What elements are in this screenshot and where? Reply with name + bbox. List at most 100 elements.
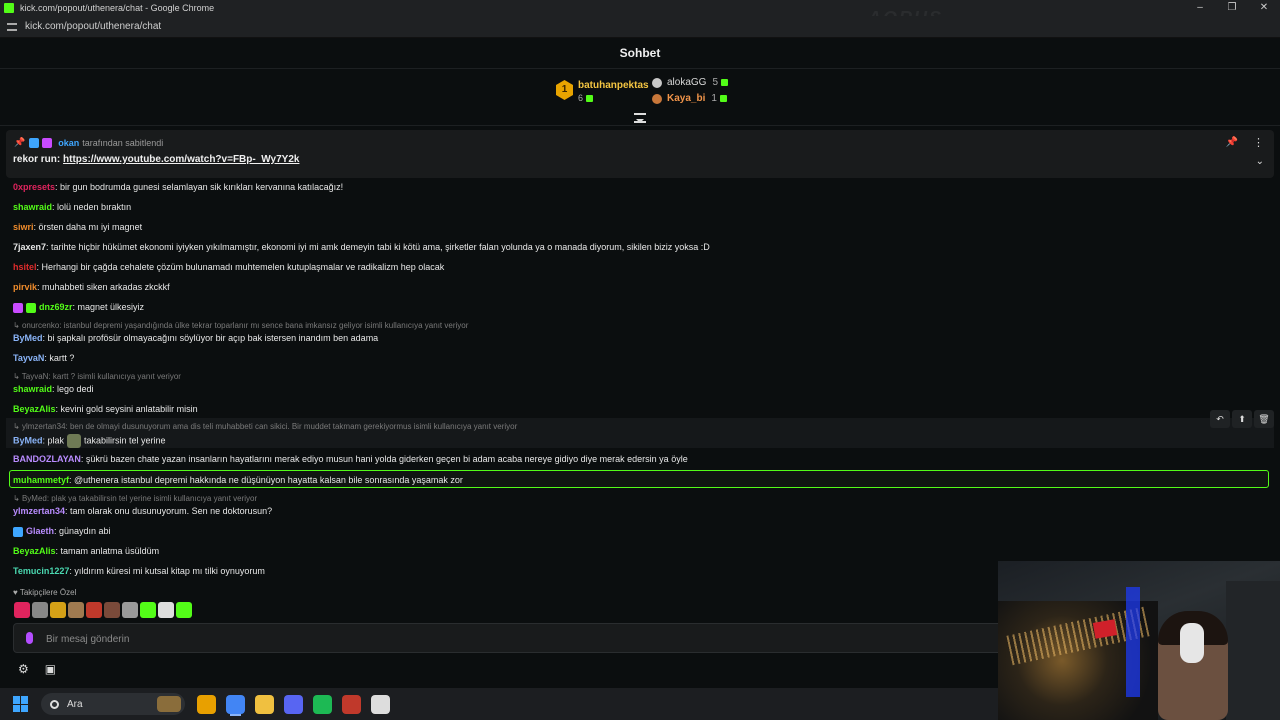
delete-icon[interactable]: 🗑: [1254, 410, 1274, 428]
user-badge-icon: [26, 302, 36, 313]
message-text: : @uthenera istanbul depremi hakkında ne…: [69, 475, 463, 485]
search-highlight-art: [157, 696, 181, 712]
chat-message: BeyazAlis: kevini gold seysini anlatabil…: [13, 404, 198, 414]
emote-picker-icon[interactable]: [26, 632, 33, 644]
pinned-by-suffix: tarafından sabitlendi: [82, 137, 164, 148]
quick-emote-icon[interactable]: [68, 602, 84, 618]
taskbar-app-icon[interactable]: [342, 694, 361, 714]
quick-emote-icon[interactable]: [158, 602, 174, 618]
leaderboard-second[interactable]: alokaGG 5: [652, 77, 729, 88]
reply-arrow-icon: ↳: [13, 422, 22, 431]
quick-emote-icon[interactable]: [32, 602, 48, 618]
message-username[interactable]: siwri: [13, 222, 34, 232]
message-text: : şükrü bazen chate yazan insanların hay…: [80, 454, 688, 464]
message-username[interactable]: TayvaN: [13, 353, 44, 363]
message-username[interactable]: ylmzertan34: [13, 506, 65, 516]
message-text: : lego dedi: [52, 384, 94, 394]
pinned-link[interactable]: https://www.youtube.com/watch?v=FBp-_Wy7…: [63, 154, 299, 165]
verified-badge-icon: [29, 137, 40, 148]
leaderboard-third-count: 1: [711, 93, 727, 104]
message-username[interactable]: Temucin1227: [13, 566, 69, 576]
reply-context[interactable]: ↳ ylmzertan34: ben de olmayi dusunuyorum…: [13, 422, 517, 431]
message-username[interactable]: 0xpresets: [13, 182, 55, 192]
store-icon[interactable]: ▣: [45, 662, 56, 676]
message-username[interactable]: hsitel: [13, 262, 37, 272]
chat-message: ByMed: bi şapkalı profösür olmayacağını …: [13, 333, 378, 343]
message-username[interactable]: ByMed: [13, 435, 43, 445]
silver-rank-icon: [652, 77, 662, 88]
leaderboard-first[interactable]: 1 batuhanpektas 6: [556, 80, 649, 103]
quick-emote-bar: [14, 602, 192, 618]
quick-emote-icon[interactable]: [140, 602, 156, 618]
reply-context[interactable]: ↳ TayvaN: kartt ? isimli kullanıcıya yan…: [13, 372, 181, 381]
minimize-icon[interactable]: –: [1184, 0, 1216, 16]
quick-emote-icon[interactable]: [122, 602, 138, 618]
site-settings-icon[interactable]: [7, 22, 17, 31]
gem-icon: [721, 78, 729, 86]
kick-logo-icon: [4, 3, 14, 13]
more-options-icon[interactable]: ⋮: [1253, 136, 1264, 149]
message-username[interactable]: BeyazAlis: [13, 546, 56, 556]
gift-leaderboard: 1 batuhanpektas 6 alokaGG 5 Kaya_bi 1: [0, 70, 1280, 126]
gem-icon: [719, 94, 727, 102]
windows-start-icon[interactable]: [13, 696, 29, 712]
message-input[interactable]: [46, 630, 946, 648]
reply-context[interactable]: ↳ onurcenko: istanbul depremi yaşandığın…: [13, 321, 468, 330]
address-bar[interactable]: kick.com/popout/uthenera/chat: [0, 16, 1280, 38]
quick-emote-icon[interactable]: [176, 602, 192, 618]
expand-leaderboard-icon[interactable]: [634, 113, 646, 123]
message-username[interactable]: muhammetyf: [13, 475, 69, 485]
taskbar-search[interactable]: Ara: [41, 693, 185, 715]
reply-text: ylmzertan34: ben de olmayi dusunuyorum a…: [21, 422, 518, 431]
message-text: : bi şapkalı profösür olmayacağını söylü…: [42, 333, 379, 343]
quick-emote-icon[interactable]: [50, 602, 66, 618]
reply-icon[interactable]: ↶: [1210, 410, 1230, 428]
taskbar-app-icon[interactable]: [255, 694, 274, 714]
taskbar-app-icon[interactable]: [226, 694, 245, 714]
quick-emote-icon[interactable]: [86, 602, 102, 618]
chat-message: pirvik: muhabbeti siken arkadas zkckkf: [13, 282, 170, 292]
quick-emote-icon[interactable]: [14, 602, 30, 618]
message-username[interactable]: dnz69zr: [39, 302, 73, 312]
taskbar-search-text: Ara: [67, 698, 83, 710]
leaderboard-third[interactable]: Kaya_bi 1: [652, 93, 727, 104]
message-username[interactable]: pirvik: [13, 282, 37, 292]
chat-message: muhammetyf: @uthenera istanbul depremi h…: [13, 475, 463, 485]
neon-light: [1126, 587, 1140, 697]
reply-context[interactable]: ↳ ByMed: plak ya takabilirsin tel yerine…: [13, 494, 257, 503]
message-username[interactable]: Glaeth: [26, 526, 54, 536]
chat-settings-icon[interactable]: ⚙: [18, 662, 29, 676]
taskbar-app-icon[interactable]: [284, 694, 303, 714]
reply-arrow-icon: ↳: [13, 321, 22, 330]
message-text: : günaydın abi: [54, 526, 111, 536]
message-username[interactable]: BANDOZLAYAN: [13, 454, 81, 464]
taskbar-app-icon[interactable]: [313, 694, 332, 714]
close-icon[interactable]: ✕: [1248, 0, 1280, 16]
quick-emote-icon[interactable]: [104, 602, 120, 618]
unpin-icon[interactable]: 📌: [1226, 137, 1238, 148]
message-text: : örsten daha mı iyi magnet: [33, 222, 143, 232]
leaderboard-third-name: Kaya_bi: [667, 93, 706, 104]
pin-message-icon[interactable]: ⬆: [1232, 410, 1252, 428]
message-username[interactable]: shawraid: [13, 202, 52, 212]
message-username[interactable]: 7jaxen7: [13, 242, 46, 252]
chevron-down-icon[interactable]: ⌄: [1256, 156, 1264, 167]
message-username[interactable]: ByMed: [13, 333, 43, 343]
chat-message: ByMed: plak takabilirsin tel yerine: [13, 434, 166, 448]
url-text[interactable]: kick.com/popout/uthenera/chat: [25, 21, 161, 32]
taskbar-app-icon[interactable]: [197, 694, 216, 714]
chat-message: 7jaxen7: tarihte hiçbir hükümet ekonomi …: [13, 242, 710, 252]
message-username[interactable]: BeyazAlis: [13, 404, 56, 414]
taskbar-app-icon[interactable]: [371, 694, 390, 714]
emote-icon: [67, 434, 82, 448]
chat-message: shawraid: lego dedi: [13, 384, 94, 394]
headset: [1180, 623, 1204, 663]
pinned-by-user[interactable]: okan: [58, 138, 79, 148]
chat-messages: ↶ ⬆ 🗑 0xpresets: bir gun bodrumda gunesi…: [0, 178, 1280, 588]
message-username[interactable]: shawraid: [13, 384, 52, 394]
reply-text: onurcenko: istanbul depremi yaşandığında…: [21, 321, 469, 330]
message-text: : muhabbeti siken arkadas zkckkf: [37, 282, 170, 292]
message-text: : Herhangi bir çağda cehalete çözüm bulu…: [36, 262, 445, 272]
restore-icon[interactable]: ❐: [1216, 0, 1248, 16]
taskbar: Ara: [0, 688, 998, 720]
